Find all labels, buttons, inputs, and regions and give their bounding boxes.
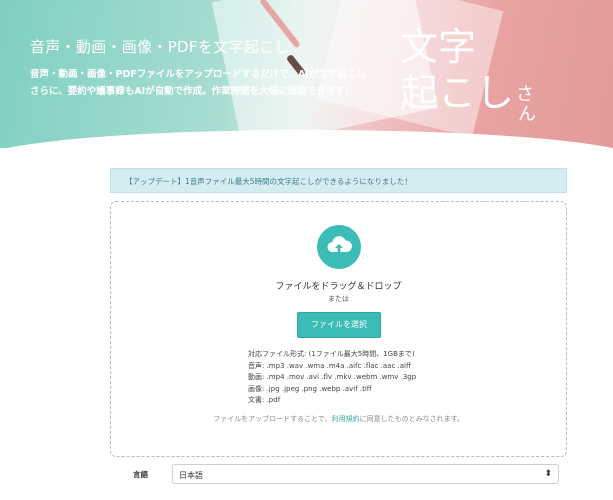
hero-big-small: ん bbox=[518, 104, 537, 125]
cloud-upload-icon[interactable] bbox=[317, 225, 361, 269]
hero-big-heading: 文字 起こし さん bbox=[400, 24, 537, 125]
format-line: 音声: .mp3 .wav .wma .m4a .aifc .flac .aac… bbox=[248, 361, 411, 370]
drop-or-text: または bbox=[328, 295, 349, 303]
file-dropzone[interactable]: ファイルをドラッグ＆ドロップ または ファイルを選択 対応ファイル形式: (1フ… bbox=[110, 201, 567, 457]
consent-after: に同意したものとみなされます。 bbox=[359, 415, 464, 423]
hero-subtitle-line: 音声・動画・画像・PDFファイルをアップロードするだけで、AIが文字起こし bbox=[30, 69, 366, 80]
consent-text: ファイルをアップロードすることで、利用規約に同意したものとみなされます。 bbox=[111, 414, 566, 424]
language-label: 言語 bbox=[133, 470, 148, 479]
language-select[interactable]: 日本語 ⬍ bbox=[172, 464, 559, 484]
hero-big-line: 文字 bbox=[400, 25, 477, 69]
consent-before: ファイルをアップロードすることで、 bbox=[213, 415, 332, 423]
format-line: 画像: .jpg .jpeg .png .webp .avif .tiff bbox=[248, 384, 372, 393]
hero-curve bbox=[0, 130, 613, 148]
hero-big-line: 起こし bbox=[400, 71, 515, 115]
select-arrows-icon: ⬍ bbox=[544, 469, 552, 479]
language-select-value: 日本語 bbox=[179, 471, 203, 480]
select-file-button[interactable]: ファイルを選択 bbox=[297, 312, 381, 338]
hero-banner: 音声・動画・画像・PDFを文字起こし 音声・動画・画像・PDFファイルをアップロ… bbox=[0, 0, 613, 148]
format-line: 対応ファイル形式: (1ファイル最大5時間、1GBまで) bbox=[248, 350, 415, 358]
hero-big-small: さ bbox=[516, 84, 535, 105]
format-line: 動画: .mp4 .mov .avi .flv .mkv .webm .wmv … bbox=[248, 373, 417, 382]
drop-title: ファイルをドラッグ＆ドロップ bbox=[275, 282, 402, 292]
update-notice: 【アップデート】1音声ファイル最大5時間の文字起こしができるようになりました！ bbox=[110, 168, 567, 193]
hero-subtitle: 音声・動画・画像・PDFファイルをアップロードするだけで、AIが文字起こし さら… bbox=[30, 66, 390, 100]
hero-subtitle-line: さらに、要約や議事録もAIが自動で作成。作業時間を大幅に短縮できます！ bbox=[30, 86, 355, 97]
format-line: 文書: .pdf bbox=[248, 396, 281, 405]
hero-title: 音声・動画・画像・PDFを文字起こし bbox=[30, 38, 290, 56]
supported-formats: 対応ファイル形式: (1ファイル最大5時間、1GBまで) 音声: .mp3 .w… bbox=[248, 349, 416, 407]
terms-link[interactable]: 利用規約 bbox=[332, 415, 360, 423]
